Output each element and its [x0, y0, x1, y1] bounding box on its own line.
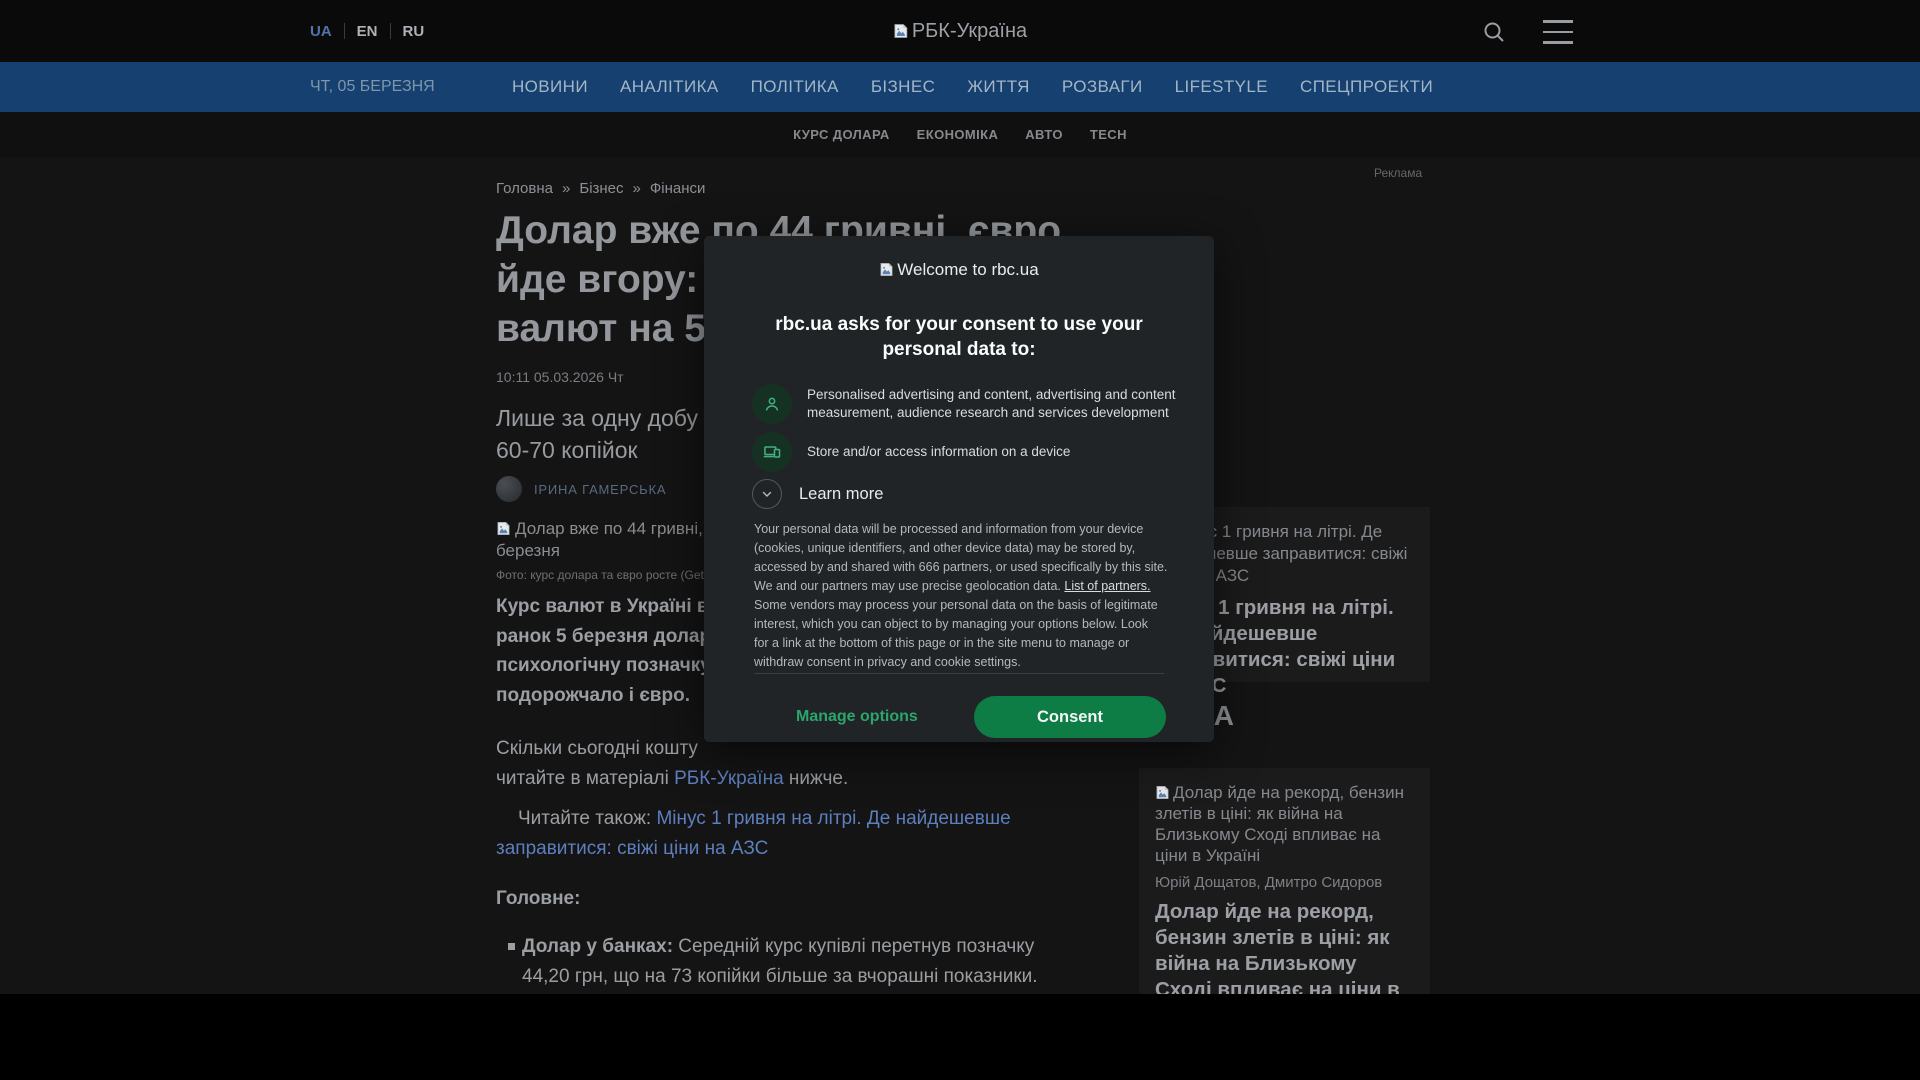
search-button[interactable] — [1476, 14, 1512, 50]
nav-date: ЧТ, 05 БЕРЕЗНЯ — [310, 78, 435, 95]
avatar — [496, 476, 522, 502]
person-icon — [752, 384, 792, 424]
nav-item-rozvahy[interactable]: РОЗВАГИ — [1062, 77, 1143, 97]
breadcrumb-separator: » — [562, 180, 571, 197]
breadcrumb-home[interactable]: Головна — [496, 180, 553, 197]
consent-dialog: Welcome to rbc.ua rbc.ua asks for your c… — [704, 236, 1214, 742]
nav-items: НОВИНИ АНАЛІТИКА ПОЛІТИКА БІЗНЕС ЖИТТЯ Р… — [512, 62, 1433, 112]
logo-text: РБК-Україна — [911, 19, 1028, 42]
list-of-partners-link[interactable]: List of partners. — [1064, 579, 1150, 593]
subnav-ekonomika[interactable]: ЕКОНОМІКА — [917, 127, 999, 142]
page: UA EN RU РБК-Україна ЧТ, 05 БЕРЕЗНЯ НОВИ… — [0, 0, 1920, 1080]
breadcrumb-separator: » — [632, 180, 641, 197]
main-nav: ЧТ, 05 БЕРЕЗНЯ НОВИНИ АНАЛІТИКА ПОЛІТИКА… — [0, 62, 1920, 112]
top-header: UA EN RU РБК-Україна — [0, 0, 1920, 62]
learn-more-toggle[interactable]: Learn more — [752, 479, 883, 509]
consent-button[interactable]: Consent — [974, 696, 1166, 738]
consent-paragraph-1: Your personal data will be processed and… — [754, 522, 1168, 593]
chevron-down-icon — [752, 479, 782, 509]
broken-image-icon — [893, 23, 909, 39]
sub-nav: КУРС ДОЛАРА ЕКОНОМІКА АВТО TECH — [0, 112, 1920, 157]
list-item: Долар у банках: Середній курс купівлі пе… — [496, 932, 1051, 992]
bullet-icon — [508, 943, 515, 950]
broken-image-icon — [1155, 785, 1170, 800]
broken-image-icon — [879, 262, 894, 277]
footer-area — [0, 994, 1920, 1080]
nav-item-biznes[interactable]: БІЗНЕС — [871, 77, 935, 97]
divider — [754, 673, 1164, 674]
subnav-tech[interactable]: TECH — [1090, 127, 1127, 142]
hamburger-icon — [1543, 20, 1573, 44]
article-datetime: 10:11 05.03.2026 Чт — [496, 369, 624, 385]
nav-item-lifestyle[interactable]: LIFESTYLE — [1175, 77, 1268, 97]
lang-ua[interactable]: UA — [310, 23, 344, 40]
consent-welcome: Welcome to rbc.ua — [704, 260, 1214, 280]
ad-label: Реклама — [1374, 166, 1423, 180]
breadcrumb: Головна » Бізнес » Фінанси — [496, 180, 705, 197]
article-paragraph: Скільки сьогодні кошту читайте в матеріа… — [496, 738, 849, 789]
subnav-kurs-dolara[interactable]: КУРС ДОЛАРА — [793, 127, 890, 142]
sidebar-article-card[interactable]: Долар йде на рекорд, бензин злетів в цін… — [1139, 768, 1430, 1027]
search-icon — [1484, 22, 1504, 42]
consent-paragraph-2: Some vendors may process your personal d… — [754, 598, 1158, 669]
author-row: ІРИНА ГАМЕРСЬКА — [496, 476, 666, 502]
nav-item-polityka[interactable]: ПОЛІТИКА — [751, 77, 839, 97]
article-intro-bold: Курс валют в Україні во ранок 5 березня … — [496, 596, 720, 706]
consent-purpose-store-access: Store and/or access information on a dev… — [752, 432, 1070, 472]
read-also-block: Читайте також: Мінус 1 гривня на літрі. … — [496, 808, 1011, 859]
lang-en[interactable]: EN — [345, 23, 390, 40]
key-points-heading: Головне: — [496, 888, 581, 909]
nav-item-zhyttia[interactable]: ЖИТТЯ — [967, 77, 1030, 97]
sidebar-article-authors: Юрій Дощатов, Дмитро Сидоров — [1155, 874, 1383, 891]
nav-item-analityka[interactable]: АНАЛІТИКА — [620, 77, 719, 97]
sidebar-image-placeholder: Долар йде на рекорд, бензин злетів в цін… — [1155, 783, 1404, 865]
nav-item-novyny[interactable]: НОВИНИ — [512, 77, 588, 97]
devices-icon — [752, 432, 792, 472]
breadcrumb-finansy[interactable]: Фінанси — [650, 180, 706, 197]
author-link[interactable]: ІРИНА ГАМЕРСЬКА — [534, 482, 666, 497]
lang-ru[interactable]: RU — [391, 23, 437, 40]
manage-options-button[interactable]: Manage options — [796, 696, 918, 738]
nav-item-spetsproekty[interactable]: СПЕЦПРОЕКТИ — [1300, 77, 1433, 97]
broken-image-icon — [496, 521, 511, 536]
breadcrumb-biznes[interactable]: Бізнес — [579, 180, 623, 197]
site-logo[interactable]: РБК-Україна — [893, 0, 1027, 62]
consent-purpose-personalised-ads: Personalised advertising and content, ad… — [752, 384, 1176, 424]
read-also-link[interactable]: Мінус 1 гривня на літрі. Де найдешевше — [656, 808, 1010, 829]
subnav-avto[interactable]: АВТО — [1025, 127, 1063, 142]
rbc-ukraine-link[interactable]: РБК-Україна — [674, 768, 784, 789]
read-also-link[interactable]: заправитися: свіжі ціни на АЗС — [496, 838, 768, 859]
language-switcher: UA EN RU — [310, 0, 436, 62]
consent-heading: rbc.ua asks for your consent to use your… — [775, 314, 1143, 360]
menu-button[interactable] — [1540, 14, 1576, 50]
